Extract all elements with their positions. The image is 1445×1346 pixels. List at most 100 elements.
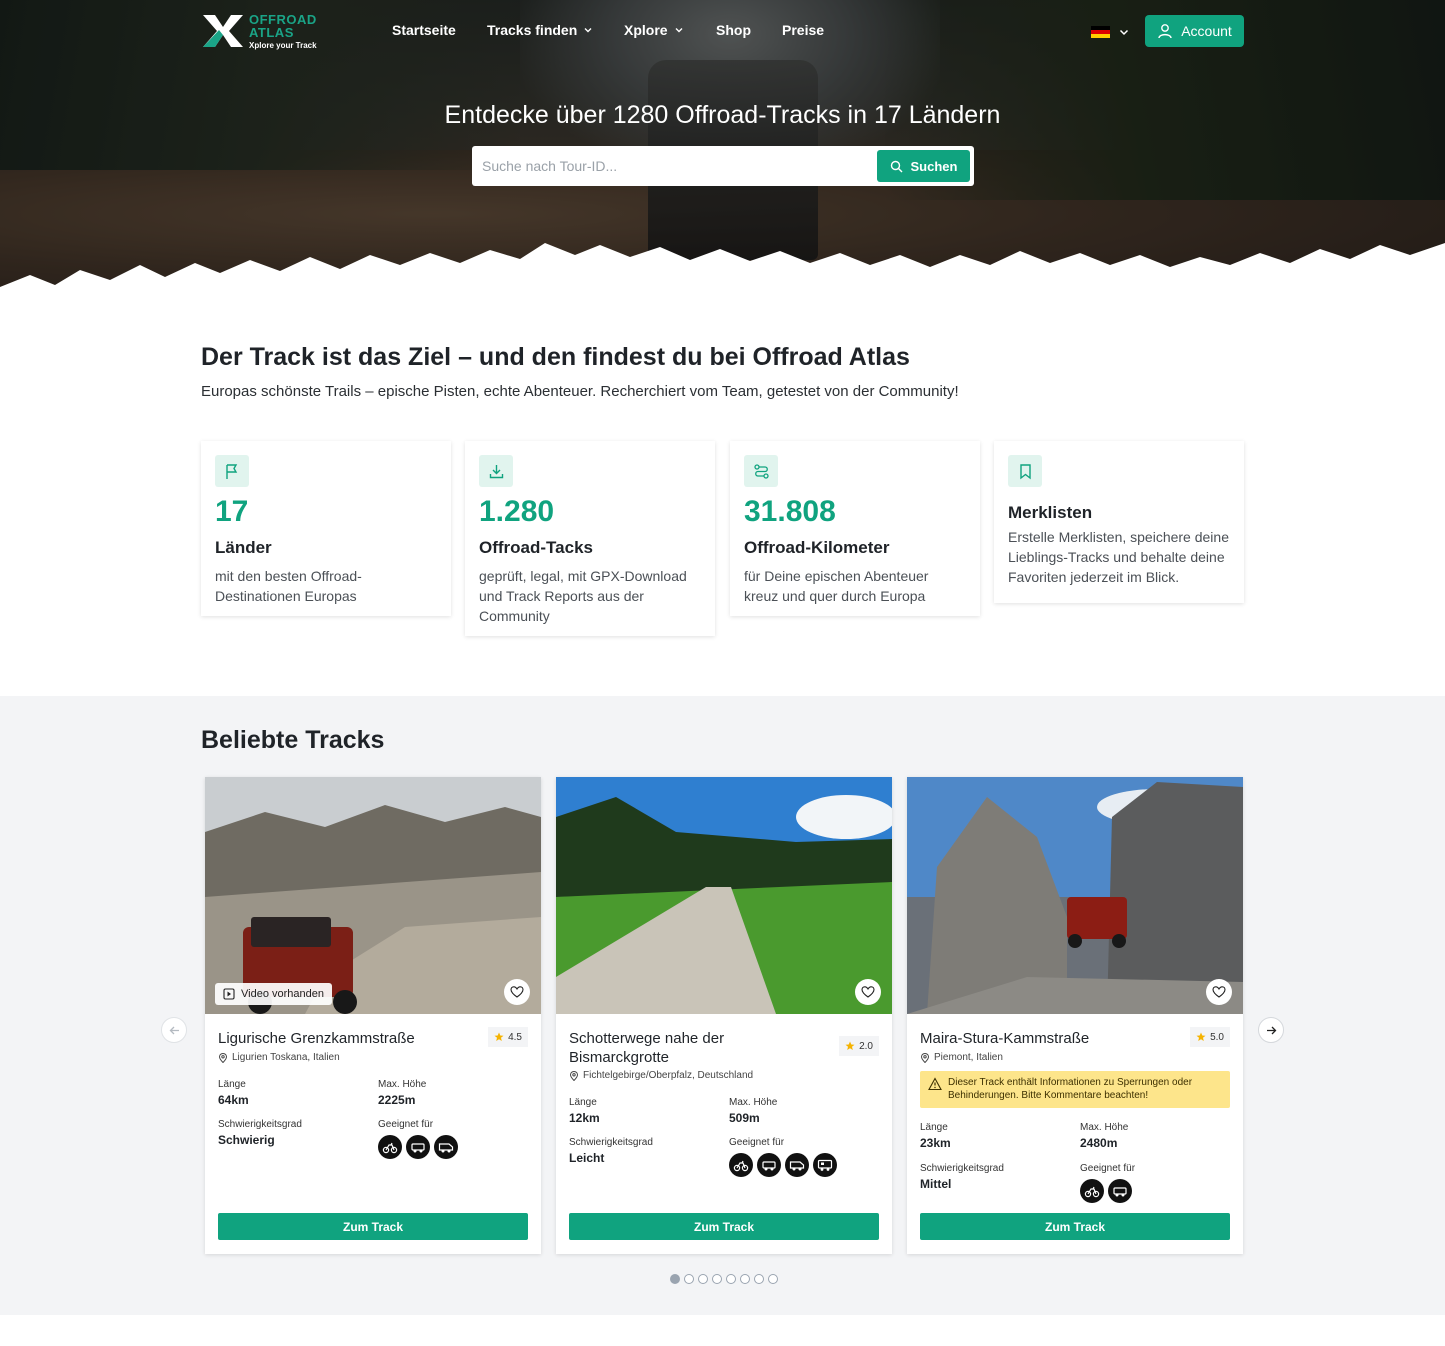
carousel-dot[interactable] xyxy=(768,1274,778,1284)
carousel-dot[interactable] xyxy=(712,1274,722,1284)
user-icon xyxy=(1158,24,1172,39)
carousel-dot[interactable] xyxy=(726,1274,736,1284)
stat-title: Offroad-Kilometer xyxy=(744,538,890,557)
intro-subtitle: Europas schönste Trails – epische Pisten… xyxy=(201,383,959,400)
track-card[interactable]: Schotterwege nahe der Bismarckgrotte 2.0… xyxy=(556,777,892,1254)
track-button[interactable]: Zum Track xyxy=(218,1213,528,1240)
location-pin-icon xyxy=(569,1070,579,1081)
track-location: Fichtelgebirge/Oberpfalz, Deutschland xyxy=(569,1070,753,1081)
top-navigation: OFFROAD ATLAS Xplore your Track Startsei… xyxy=(0,0,1445,62)
track-location: Piemont, Italien xyxy=(920,1052,1003,1063)
track-card[interactable]: Video vorhanden Ligurische Grenzkammstra… xyxy=(205,777,541,1254)
max-height-value: 2480m xyxy=(1080,1136,1118,1150)
carousel-dot[interactable] xyxy=(684,1274,694,1284)
camper-icon xyxy=(813,1153,837,1177)
logo-line1: OFFROAD xyxy=(249,11,317,27)
nav-startseite[interactable]: Startseite xyxy=(392,22,487,38)
hero-headline: Entdecke über 1280 Offroad-Tracks in 17 … xyxy=(444,101,1001,129)
nav-shop[interactable]: Shop xyxy=(716,22,782,38)
chevron-down-icon xyxy=(584,28,592,33)
length-label: Länge xyxy=(218,1079,246,1090)
suv-icon xyxy=(406,1135,430,1159)
length-value: 23km xyxy=(920,1136,951,1150)
stat-number: 17 xyxy=(215,495,249,528)
difficulty-value: Schwierig xyxy=(218,1133,275,1147)
logo-tagline: Xplore your Track xyxy=(249,40,317,50)
track-title[interactable]: Maira-Stura-Kammstraße xyxy=(920,1029,1170,1048)
star-icon xyxy=(494,1032,504,1041)
max-height-label: Max. Höhe xyxy=(1080,1122,1129,1133)
flag-icon xyxy=(215,455,249,487)
motorbike-icon xyxy=(378,1135,402,1159)
track-image[interactable] xyxy=(907,777,1243,1014)
heart-icon xyxy=(1212,986,1226,998)
carousel-dot[interactable] xyxy=(670,1274,680,1284)
stat-card-tracks: 1.280 Offroad-Tacks geprüft, legal, mit … xyxy=(465,441,715,636)
length-label: Länge xyxy=(569,1097,597,1108)
carousel-prev-button[interactable] xyxy=(161,1017,187,1043)
track-location: Ligurien Toskana, Italien xyxy=(218,1052,340,1063)
search-icon xyxy=(890,160,903,172)
suitable-label: Geeignet für xyxy=(1080,1163,1136,1174)
nav-tracks-finden[interactable]: Tracks finden xyxy=(487,22,624,38)
heart-icon xyxy=(510,986,524,998)
account-label: Account xyxy=(1181,23,1232,39)
track-photo-rock-pass xyxy=(907,777,1243,1014)
max-height-value: 509m xyxy=(729,1111,760,1125)
stat-card-countries: 17 Länder mit den besten Offroad-Destina… xyxy=(201,441,451,616)
difficulty-label: Schwierigkeitsgrad xyxy=(218,1119,302,1130)
search-bar: Suche n xyxy=(472,146,974,186)
length-value: 64km xyxy=(218,1093,249,1107)
search-button[interactable]: Suchen xyxy=(877,150,970,182)
stat-card-bookmarks: Merklisten Erstelle Merklisten, speicher… xyxy=(994,441,1244,603)
account-button[interactable]: Account xyxy=(1145,15,1244,47)
search-input[interactable] xyxy=(482,146,872,186)
favorite-button[interactable] xyxy=(855,979,881,1005)
stats-row: 17 Länder mit den besten Offroad-Destina… xyxy=(201,441,1244,641)
suv-icon xyxy=(757,1153,781,1177)
difficulty-value: Leicht xyxy=(569,1151,605,1165)
track-button[interactable]: Zum Track xyxy=(569,1213,879,1240)
nav-xplore[interactable]: Xplore xyxy=(624,22,716,38)
length-value: 12km xyxy=(569,1111,600,1125)
carousel-dot[interactable] xyxy=(754,1274,764,1284)
track-button[interactable]: Zum Track xyxy=(920,1213,1230,1240)
hero-banner: OFFROAD ATLAS Xplore your Track Startsei… xyxy=(0,0,1445,305)
track-title[interactable]: Schotterwege nahe der Bismarckgrotte xyxy=(569,1029,769,1067)
vehicle-icons xyxy=(729,1153,837,1177)
stat-number: 31.808 xyxy=(744,495,836,528)
difficulty-label: Schwierigkeitsgrad xyxy=(569,1137,653,1148)
carousel-dot[interactable] xyxy=(698,1274,708,1284)
chevron-down-icon[interactable] xyxy=(1118,26,1130,38)
max-height-value: 2225m xyxy=(378,1093,416,1107)
length-label: Länge xyxy=(920,1122,948,1133)
suitable-label: Geeignet für xyxy=(729,1137,785,1148)
video-badge: Video vorhanden xyxy=(215,983,332,1005)
route-icon xyxy=(744,455,778,487)
search-button-label: Suchen xyxy=(910,158,958,174)
stat-description: mit den besten Offroad-Destinationen Eur… xyxy=(215,568,362,604)
rating-value: 4.5 xyxy=(508,1031,522,1043)
carousel-next-button[interactable] xyxy=(1258,1017,1284,1043)
favorite-button[interactable] xyxy=(1206,979,1232,1005)
suv-icon xyxy=(1108,1179,1132,1203)
language-flag-de[interactable] xyxy=(1091,26,1110,38)
van-icon xyxy=(785,1153,809,1177)
section-title: Beliebte Tracks xyxy=(201,726,385,754)
carousel-dot[interactable] xyxy=(740,1274,750,1284)
brand-logo[interactable]: OFFROAD ATLAS Xplore your Track xyxy=(201,11,321,51)
heart-icon xyxy=(861,986,875,998)
track-title[interactable]: Ligurische Grenzkammstraße xyxy=(218,1029,468,1048)
track-image[interactable] xyxy=(556,777,892,1014)
vehicle-icons xyxy=(378,1135,458,1159)
main-menu: Startseite Tracks finden Xplore Shop Pre… xyxy=(392,22,824,38)
motorbike-icon xyxy=(1080,1179,1104,1203)
star-icon xyxy=(1196,1032,1206,1041)
track-image[interactable] xyxy=(205,777,541,1014)
logo-x-icon xyxy=(203,15,243,47)
stat-description: Erstelle Merklisten, speichere deine Lie… xyxy=(1008,529,1229,585)
stat-title: Länder xyxy=(215,538,272,557)
favorite-button[interactable] xyxy=(504,979,530,1005)
track-card[interactable]: Maira-Stura-Kammstraße 5.0 Piemont, Ital… xyxy=(907,777,1243,1254)
nav-preise[interactable]: Preise xyxy=(782,22,824,38)
